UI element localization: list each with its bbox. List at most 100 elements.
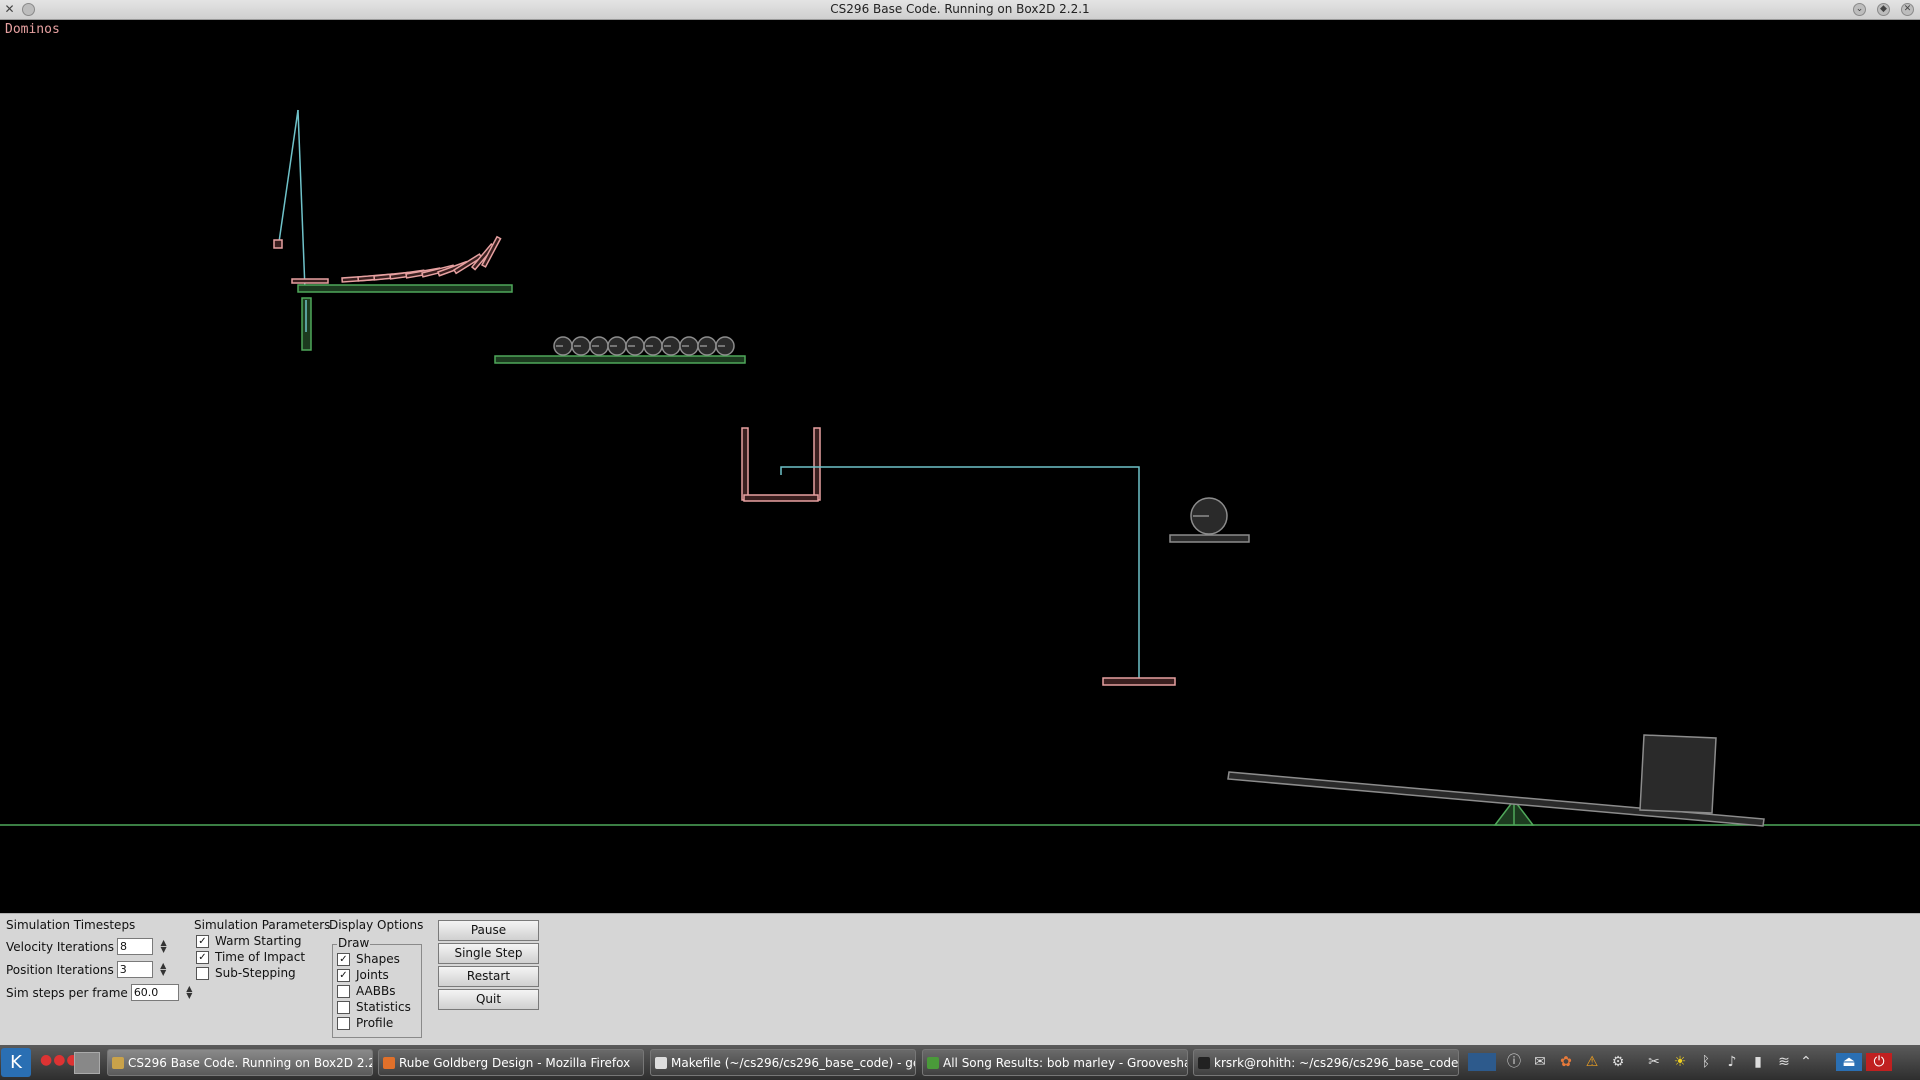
parameter-option[interactable]: ✓ Time of Impact	[196, 950, 305, 964]
battery-icon[interactable]: ▮	[1749, 1053, 1767, 1071]
sim-steps-spinner-icon[interactable]: ▲ ▼	[184, 985, 195, 1000]
wifi-icon[interactable]: ≋	[1775, 1053, 1793, 1071]
display-option[interactable]: AABBs	[337, 984, 395, 998]
display-option[interactable]: ✓ Shapes	[337, 952, 400, 966]
lock-screen-icon[interactable]: ⏏	[1836, 1053, 1862, 1071]
window-title: CS296 Base Code. Running on Box2D 2.2.1	[830, 2, 1090, 16]
task-label: Makefile (~/cs296/cs296_base_code) - ged…	[671, 1056, 916, 1070]
paint-icon[interactable]: ✿	[1557, 1053, 1575, 1071]
display-option[interactable]: Profile	[337, 1016, 393, 1030]
position-iterations-label: Position Iterations	[6, 962, 114, 977]
display-option-label: Joints	[356, 968, 389, 982]
scissors-icon[interactable]: ✂	[1645, 1053, 1663, 1071]
power-icon[interactable]: ⏻	[1866, 1053, 1892, 1071]
bucket-right-wall	[813, 427, 821, 501]
restart-button[interactable]: Restart	[438, 966, 539, 987]
task-label: CS296 Base Code. Running on Box2D 2.2.1	[128, 1056, 373, 1070]
simulation-canvas[interactable]: Dominos	[0, 20, 1920, 913]
info-icon[interactable]: ⓘ	[1505, 1053, 1523, 1071]
window-titlebar[interactable]: ✕ CS296 Base Code. Running on Box2D 2.2.…	[0, 0, 1920, 20]
taskbar-task[interactable]: Rube Goldberg Design - Mozilla Firefox	[378, 1049, 644, 1076]
pendulum-rope	[278, 109, 299, 243]
pulley-platform	[1102, 677, 1176, 686]
settings-icon[interactable]: ⚙	[1609, 1053, 1627, 1071]
lightbulb-icon[interactable]: ☀	[1671, 1053, 1689, 1071]
task-app-icon	[927, 1057, 939, 1069]
task-label: Rube Goldberg Design - Mozilla Firefox	[399, 1056, 631, 1070]
pause-button[interactable]: Pause	[438, 920, 539, 941]
display-option[interactable]: ✓ Joints	[337, 968, 389, 982]
pendulum-bob	[273, 239, 283, 249]
task-app-icon	[1198, 1057, 1210, 1069]
taskbar-task[interactable]: CS296 Base Code. Running on Box2D 2.2.1	[107, 1049, 373, 1076]
pulley-bucket	[741, 427, 821, 502]
checkbox[interactable]: ✓	[337, 968, 350, 982]
display-option[interactable]: Statistics	[337, 1000, 411, 1014]
tray-expand-icon[interactable]: ⌃	[1797, 1053, 1815, 1071]
task-app-icon	[383, 1057, 395, 1069]
close-icon[interactable]: ✕	[1901, 3, 1914, 16]
velocity-iterations-row: Velocity Iterations 8 ▲ ▼	[6, 938, 169, 955]
parameter-option[interactable]: Sub-Stepping	[196, 966, 296, 980]
task-label: krsrk@rohith: ~/cs296/cs296_base_code	[1214, 1056, 1459, 1070]
bucket-bottom	[743, 494, 819, 502]
screen-icon[interactable]	[1468, 1053, 1496, 1071]
heavy-ball-shelf	[1169, 534, 1250, 543]
checkbox[interactable]	[337, 1016, 350, 1030]
simulation-scene	[0, 109, 1920, 827]
application-launcher-icon[interactable]: K	[1, 1048, 31, 1077]
parameter-option-label: Warm Starting	[215, 934, 302, 948]
top-shelf	[297, 284, 513, 293]
dominos	[291, 235, 502, 284]
task-app-icon	[655, 1057, 667, 1069]
taskbar-task[interactable]: Makefile (~/cs296/cs296_base_code) - ged…	[650, 1049, 916, 1076]
taskbar: K ●●● CS296 Base Code. Running on Box2D …	[0, 1045, 1920, 1080]
draw-group-label: Draw	[337, 936, 371, 950]
maximize-icon[interactable]: ◆	[1877, 3, 1890, 16]
display-options-title: Display Options	[329, 918, 424, 932]
display-option-label: Profile	[356, 1016, 394, 1030]
display-option-label: Statistics	[356, 1000, 411, 1014]
seesaw-box	[1639, 734, 1717, 814]
bucket-left-wall	[741, 427, 749, 501]
single-step-button[interactable]: Single Step	[438, 943, 539, 964]
minimize-icon[interactable]: ⌄	[1853, 3, 1866, 16]
quit-button[interactable]: Quit	[438, 989, 539, 1010]
pulley-rope	[780, 466, 1140, 682]
control-panel: Simulation Timesteps Velocity Iterations…	[0, 913, 1920, 1046]
show-desktop-icon[interactable]	[74, 1052, 100, 1074]
sim-steps-row: Sim steps per frame 60.0 ▲ ▼	[6, 984, 195, 1001]
warning-icon[interactable]: ⚠	[1583, 1053, 1601, 1071]
velocity-iterations-input[interactable]: 8	[117, 938, 154, 955]
parameters-title: Simulation Parameters	[194, 918, 331, 932]
sim-steps-input[interactable]: 60.0	[130, 984, 179, 1001]
sim-steps-label: Sim steps per frame	[6, 985, 128, 1000]
checkbox[interactable]: ✓	[196, 950, 209, 964]
display-option-label: AABBs	[356, 984, 396, 998]
pendulum-anchor-line	[297, 109, 306, 291]
bluetooth-icon[interactable]: ᛒ	[1697, 1053, 1715, 1071]
checkbox[interactable]: ✓	[337, 952, 350, 966]
velocity-iterations-spinner-icon[interactable]: ▲ ▼	[158, 939, 169, 954]
mail-icon[interactable]: ✉	[1531, 1053, 1549, 1071]
parameter-option[interactable]: ✓ Warm Starting	[196, 934, 302, 948]
volume-icon[interactable]: ♪	[1723, 1053, 1741, 1071]
checkbox[interactable]	[337, 984, 350, 998]
position-iterations-spinner-icon[interactable]: ▲ ▼	[158, 962, 169, 977]
checkbox[interactable]: ✓	[196, 934, 209, 948]
velocity-iterations-label: Velocity Iterations	[6, 939, 115, 954]
display-option-label: Shapes	[356, 952, 400, 966]
timesteps-title: Simulation Timesteps	[6, 918, 136, 932]
task-label: All Song Results: bob marley - Groovesha…	[943, 1056, 1188, 1070]
ball-shelf	[494, 355, 746, 364]
domino-0	[291, 278, 329, 284]
position-iterations-input[interactable]: 3	[116, 961, 153, 978]
taskbar-task[interactable]: All Song Results: bob marley - Groovesha…	[922, 1049, 1188, 1076]
parameter-option-label: Sub-Stepping	[215, 966, 296, 980]
task-app-icon	[112, 1057, 124, 1069]
position-iterations-row: Position Iterations 3 ▲ ▼	[6, 961, 169, 978]
parameter-option-label: Time of Impact	[215, 950, 306, 964]
checkbox[interactable]	[337, 1000, 350, 1014]
checkbox[interactable]	[196, 966, 209, 980]
taskbar-task[interactable]: krsrk@rohith: ~/cs296/cs296_base_code	[1193, 1049, 1459, 1076]
